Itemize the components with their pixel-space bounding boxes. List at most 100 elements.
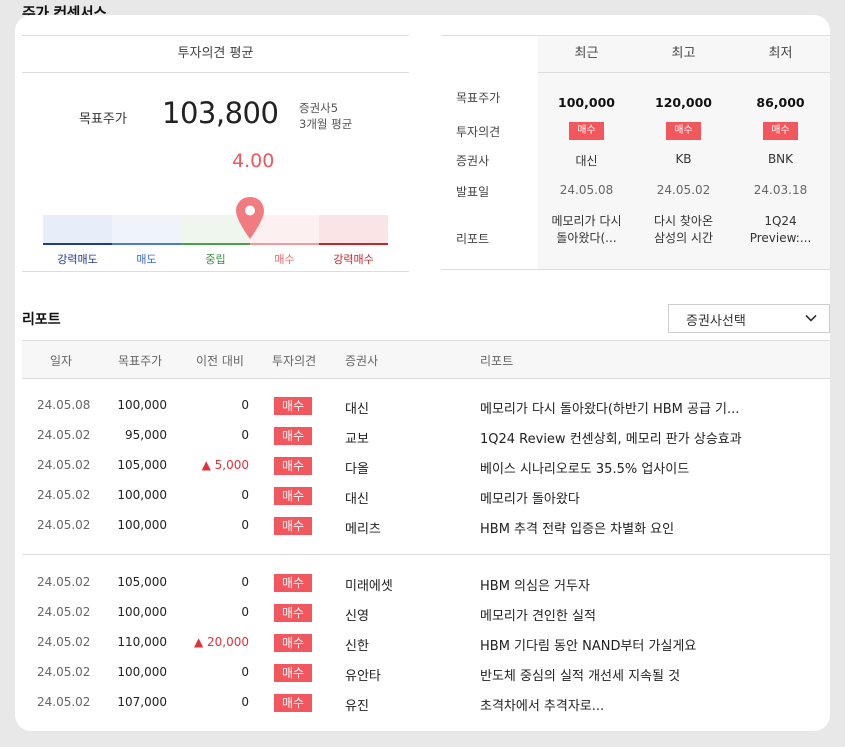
report-target-price: 95,000	[125, 428, 167, 442]
gauge-strong-buy	[319, 215, 388, 245]
report-table-header: 일자 목표주가 이전 대비 투자의견 증권사 리포트	[22, 340, 830, 379]
target-price-label: 목표주가	[79, 112, 127, 127]
broker-select-label: 증권사선택	[686, 314, 746, 329]
report-title-link[interactable]: HBM 기다림 동안 NAND부터 가실게요	[480, 635, 696, 654]
summary-table: 최근 최고 최저 목표주가 투자의견 증권사 발표일 리포트 100,000 매…	[441, 35, 830, 270]
consensus-card: 투자의견 평균 목표주가 103,800 증권사5 3개월 평균 4.00 강력…	[15, 15, 830, 731]
buy-badge: 매수	[274, 574, 313, 592]
report-change: 0	[241, 398, 249, 412]
recent-report-link[interactable]: 메모리가 다시 돌아왔다(...	[538, 213, 635, 247]
broker-select-dropdown[interactable]: 증권사선택	[668, 304, 830, 333]
table-row[interactable]: 24.05.02 100,000 0 매수 유안타 반도체 중심의 실적 개선세 지속될 …	[22, 659, 830, 689]
header-change: 이전 대비	[196, 354, 244, 368]
report-date: 24.05.02	[37, 488, 91, 502]
table-row[interactable]: 24.05.02 105,000 ▲ 5,000 매수 다올 베이스 시나리오로도 35.…	[22, 452, 830, 482]
report-target-price: 105,000	[117, 458, 167, 472]
divider	[22, 554, 830, 555]
low-report-link[interactable]: 1Q24 Preview:...	[732, 213, 829, 247]
gauge-label: 중립	[205, 253, 226, 266]
report-target-price: 107,000	[117, 695, 167, 709]
buy-badge: 매수	[274, 694, 313, 712]
column-low: 최저	[768, 46, 793, 61]
gauge-label: 강력매도	[57, 253, 98, 266]
header-report: 리포트	[480, 354, 514, 368]
report-firm: 신영	[345, 609, 369, 624]
report-title-link[interactable]: 메모리가 돌아왔다	[480, 488, 580, 507]
row-label-date: 발표일	[456, 185, 490, 199]
analyst-info: 증권사5 3개월 평균	[299, 100, 352, 132]
gauge-label: 매도	[136, 253, 157, 266]
report-change: 0	[241, 605, 249, 619]
opinion-average-header: 투자의견 평균	[22, 36, 409, 73]
report-firm: 다올	[345, 462, 369, 477]
report-title-link[interactable]: 메모리가 견인한 실적	[480, 605, 596, 624]
report-line: 1Q24	[764, 214, 797, 228]
table-row[interactable]: 24.05.02 110,000 ▲ 20,000 매수 신한 HBM 기다림 동안 NA…	[22, 629, 830, 659]
report-date: 24.05.02	[37, 695, 91, 709]
header-firm: 증권사	[345, 354, 379, 368]
report-target-price: 105,000	[117, 575, 167, 589]
report-change: 0	[241, 488, 249, 502]
recent-price: 100,000	[558, 95, 615, 110]
high-date: 24.05.02	[656, 183, 711, 197]
column-recent: 최근	[574, 46, 599, 61]
opinion-average-panel: 투자의견 평균 목표주가 103,800 증권사5 3개월 평균 4.00 강력…	[22, 35, 409, 272]
divider	[538, 72, 830, 73]
table-row[interactable]: 24.05.02 100,000 0 매수 대신 메모리가 돌아왔다	[22, 482, 830, 512]
report-title-link[interactable]: 반도체 중심의 실적 개선세 지속될 것	[480, 665, 680, 684]
buy-badge: 매수	[763, 122, 798, 140]
opinion-gauge	[43, 215, 388, 245]
table-row[interactable]: 24.05.02 105,000 0 매수 미래에셋 HBM 의심은 거두자	[22, 569, 830, 599]
report-target-price: 100,000	[117, 665, 167, 679]
report-change: 0	[241, 575, 249, 589]
report-date: 24.05.02	[37, 605, 91, 619]
table-row[interactable]: 24.05.02 107,000 0 매수 유진 초격차에서 추격자로...	[22, 689, 830, 719]
row-label-report: 리포트	[456, 232, 490, 246]
report-title-link[interactable]: 1Q24 Review 컨센상회, 메모리 판가 상승효과	[480, 428, 742, 447]
buy-badge: 매수	[569, 122, 604, 140]
report-target-price: 110,000	[117, 635, 167, 649]
header-date: 일자	[50, 354, 73, 368]
high-report-link[interactable]: 다시 찾아온 삼성의 시간	[635, 213, 732, 247]
report-section-title: 리포트	[22, 312, 61, 328]
table-row[interactable]: 24.05.02 100,000 0 매수 신영 메모리가 견인한 실적	[22, 599, 830, 629]
buy-badge: 매수	[274, 634, 313, 652]
table-row[interactable]: 24.05.02 95,000 0 매수 교보 1Q24 Review 컨센상회, 메모리…	[22, 422, 830, 452]
table-row[interactable]: 24.05.08 100,000 0 매수 대신 메모리가 다시 돌아왔다(하반기 HBM…	[22, 392, 830, 422]
report-firm: 대신	[345, 492, 369, 507]
report-line: 다시 찾아온	[653, 214, 713, 228]
report-date: 24.05.02	[37, 665, 91, 679]
report-line: 메모리가 다시	[551, 214, 622, 228]
report-title-link[interactable]: 베이스 시나리오로도 35.5% 업사이드	[480, 458, 689, 477]
row-label-opinion: 투자의견	[456, 125, 501, 139]
target-price-value: 103,800	[162, 96, 279, 130]
report-title-link[interactable]: HBM 의심은 거두자	[480, 575, 590, 594]
report-change: 0	[241, 518, 249, 532]
chevron-down-icon	[805, 314, 817, 322]
report-date: 24.05.08	[37, 398, 91, 412]
report-title-link[interactable]: 메모리가 다시 돌아왔다(하반기 HBM 공급 기...	[480, 398, 739, 417]
gauge-sell	[112, 215, 181, 245]
opinion-score: 4.00	[232, 150, 275, 172]
gauge-label: 매수	[274, 253, 295, 266]
buy-badge: 매수	[274, 427, 313, 445]
buy-badge: 매수	[666, 122, 701, 140]
gauge-strong-sell	[43, 215, 112, 245]
low-date: 24.03.18	[753, 183, 808, 197]
buy-badge: 매수	[274, 664, 313, 682]
table-row[interactable]: 24.05.02 100,000 0 매수 메리츠 HBM 추격 전략 입증은 차별화 요…	[22, 512, 830, 542]
report-title-link[interactable]: HBM 추격 전략 입증은 차별화 요인	[480, 518, 674, 537]
recent-firm: 대신	[575, 154, 598, 168]
average-period: 3개월 평균	[299, 117, 353, 131]
report-firm: 유안타	[345, 669, 381, 684]
buy-badge: 매수	[274, 457, 313, 475]
analyst-count: 증권사5	[299, 101, 339, 115]
header-target-price: 목표주가	[118, 354, 163, 368]
report-change: 0	[241, 695, 249, 709]
report-line: Preview:...	[749, 231, 812, 245]
map-pin-icon	[236, 197, 264, 239]
buy-badge: 매수	[274, 604, 313, 622]
high-price: 120,000	[655, 95, 712, 110]
high-opinion: 매수	[635, 122, 732, 140]
report-title-link[interactable]: 초격차에서 추격자로...	[480, 695, 604, 714]
